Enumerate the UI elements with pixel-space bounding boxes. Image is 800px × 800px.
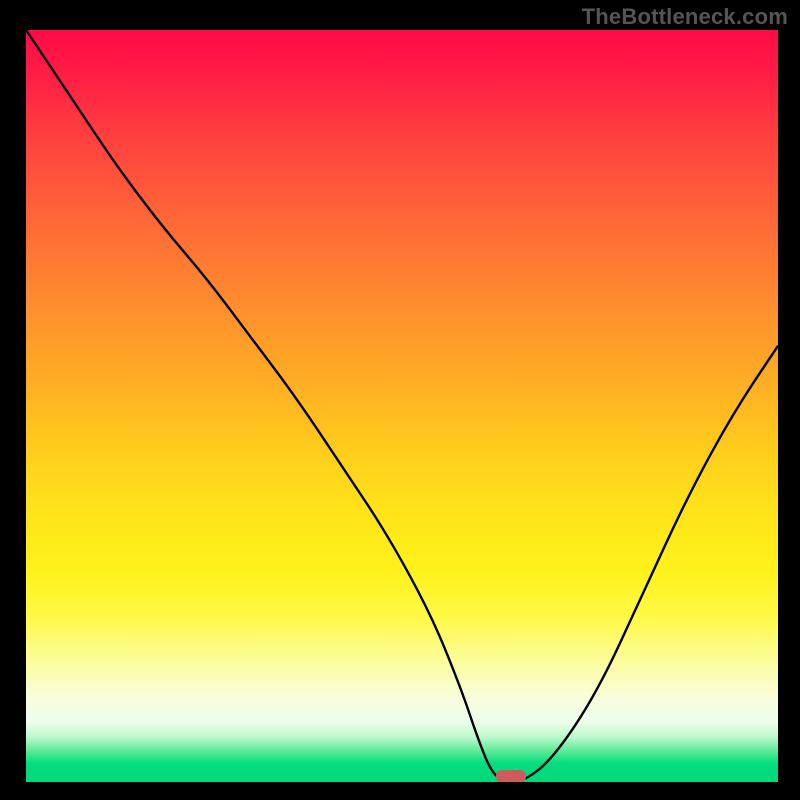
watermark-text: TheBottleneck.com: [582, 4, 788, 30]
bottleneck-curve: [26, 30, 778, 782]
chart-stage: TheBottleneck.com: [0, 0, 800, 800]
plot-area: [26, 30, 778, 782]
optimal-marker: [496, 770, 526, 782]
